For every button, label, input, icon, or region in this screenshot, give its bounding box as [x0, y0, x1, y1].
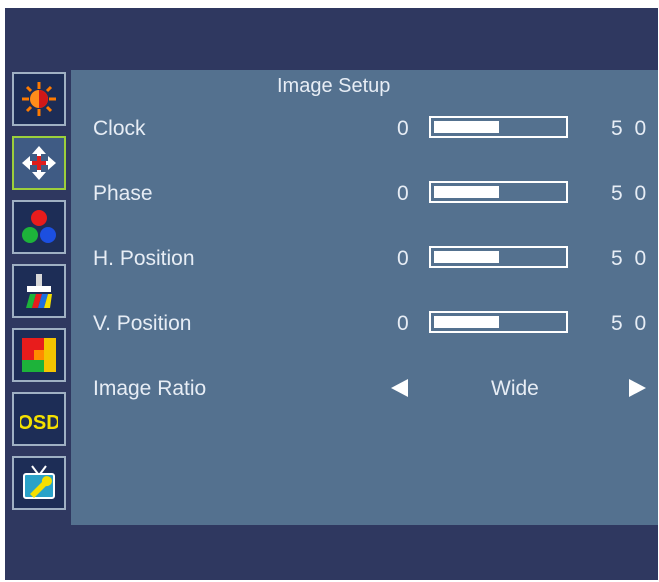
setting-row-image-ratio[interactable]: Image Ratio Wide [71, 370, 658, 410]
setting-row-v-position[interactable]: V. Position 0 5 0 [71, 305, 658, 345]
brightness-icon [22, 82, 56, 116]
setting-row-clock[interactable]: Clock 0 5 0 [71, 110, 658, 150]
color-balls-icon [22, 210, 56, 243]
osd-window: OSD Image Setup Clock 0 5 0 Phase 0 5 0 [5, 8, 658, 580]
h-position-slider[interactable] [429, 246, 568, 268]
tv-wrench-icon [23, 465, 55, 499]
setting-min: 0 [397, 312, 409, 335]
slider-fill [434, 316, 499, 328]
right-arrow-icon[interactable] [629, 379, 646, 397]
sidebar-item-osd-setup[interactable]: OSD [12, 392, 66, 446]
setting-label: H. Position [93, 247, 195, 270]
setting-value: 5 0 [611, 312, 650, 335]
sidebar-item-picture-boost[interactable] [12, 264, 66, 318]
setting-label: V. Position [93, 312, 192, 335]
image-setup-panel: Image Setup Clock 0 5 0 Phase 0 5 0 H. P… [71, 70, 658, 525]
setting-row-h-position[interactable]: H. Position 0 5 0 [71, 240, 658, 280]
clock-slider[interactable] [429, 116, 568, 138]
left-arrow-icon[interactable] [391, 379, 408, 397]
setting-value: 5 0 [611, 117, 650, 140]
sidebar-item-color[interactable] [12, 200, 66, 254]
sidebar-item-osd-color[interactable] [12, 328, 66, 382]
setting-label: Image Ratio [93, 377, 207, 400]
setting-value: 5 0 [611, 247, 650, 270]
phase-slider[interactable] [429, 181, 568, 203]
sidebar-item-luminance[interactable] [12, 72, 66, 126]
setting-min: 0 [397, 117, 409, 140]
image-ratio-value: Wide [491, 377, 539, 400]
setting-min: 0 [397, 247, 409, 270]
setting-label: Phase [93, 182, 153, 205]
osd-icon: OSD [20, 412, 58, 434]
panel-title: Image Setup [277, 75, 391, 97]
slider-fill [434, 121, 499, 133]
osd-sidebar: OSD [5, 72, 71, 520]
sidebar-item-image-setup[interactable] [12, 136, 66, 190]
svg-text:OSD: OSD [20, 412, 58, 434]
setting-min: 0 [397, 182, 409, 205]
move-arrows-icon [22, 146, 56, 180]
slider-fill [434, 251, 499, 263]
sidebar-item-extra[interactable] [12, 456, 66, 510]
v-position-slider[interactable] [429, 311, 568, 333]
setting-value: 5 0 [611, 182, 650, 205]
brush-icon [26, 274, 52, 308]
color-blocks-icon [22, 338, 56, 372]
setting-label: Clock [93, 117, 146, 140]
slider-fill [434, 186, 499, 198]
setting-row-phase[interactable]: Phase 0 5 0 [71, 175, 658, 215]
